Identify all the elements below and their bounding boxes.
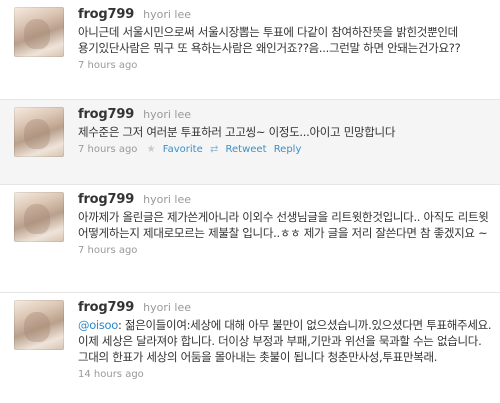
tweet-actions: ★ Favorite ⇄ Retweet Reply: [147, 143, 302, 156]
retweet-action[interactable]: Retweet: [226, 144, 267, 155]
avatar[interactable]: [14, 300, 64, 350]
tweet-text-body: : 젊은이들이여:세상에 대해 아무 불만이 없으셨습니까.있으셨다면 투표해주…: [78, 318, 492, 364]
tweet-meta: 7 hours ago: [78, 244, 492, 257]
tweet-item: frog799 hyori lee 아까제가 올린글은 제가쓴게아니라 이외수 …: [0, 185, 500, 293]
full-name: hyori lee: [143, 108, 192, 121]
tweet-header: frog799 hyori lee: [78, 100, 492, 123]
mention-link[interactable]: @oisoo: [78, 318, 118, 332]
tweet-meta: 7 hours ago ★ Favorite ⇄ Retweet Reply: [78, 143, 492, 156]
screen-name-link[interactable]: frog799: [78, 7, 134, 22]
avatar[interactable]: [14, 107, 64, 157]
screen-name-link[interactable]: frog799: [78, 107, 134, 122]
tweet-item-hovered: frog799 hyori lee 제수준은 그저 여러분 투표하러 고고씽~ …: [0, 100, 500, 185]
timestamp-link[interactable]: 7 hours ago: [78, 144, 137, 155]
tweet-meta: 14 hours ago: [78, 368, 492, 381]
full-name: hyori lee: [143, 8, 192, 21]
tweet-header: frog799 hyori lee: [78, 293, 492, 316]
tweet-text: 아니근데 서울시민으로써 서울시장뽑는 투표에 다같이 참여하잔뜻을 밝힌것뿐인…: [78, 25, 461, 55]
tweet-feed: frog799 hyori lee 아니근데 서울시민으로써 서울시장뽑는 투표…: [0, 0, 500, 403]
screen-name-link[interactable]: frog799: [78, 192, 134, 207]
timestamp-link[interactable]: 7 hours ago: [78, 245, 137, 256]
timestamp-link[interactable]: 7 hours ago: [78, 60, 137, 71]
tweet-text: 아까제가 올린글은 제가쓴게아니라 이외수 선생님글을 리트윗한것입니다.. 아…: [78, 210, 489, 240]
avatar[interactable]: [14, 192, 64, 242]
full-name: hyori lee: [143, 301, 192, 314]
avatar[interactable]: [14, 7, 64, 57]
tweet-header: frog799 hyori lee: [78, 0, 492, 23]
tweet-text: 제수준은 그저 여러분 투표하러 고고씽~ 이정도...아이고 민망합니다: [78, 125, 396, 139]
screen-name-link[interactable]: frog799: [78, 300, 134, 315]
retweet-icon[interactable]: ⇄: [210, 144, 218, 155]
tweet-header: frog799 hyori lee: [78, 185, 492, 208]
tweet-meta: 7 hours ago: [78, 59, 492, 72]
tweet-item: frog799 hyori lee 아니근데 서울시민으로써 서울시장뽑는 투표…: [0, 0, 500, 100]
star-icon[interactable]: ★: [147, 144, 156, 155]
favorite-action[interactable]: Favorite: [163, 144, 203, 155]
timestamp-link[interactable]: 14 hours ago: [78, 369, 144, 380]
tweet-item: frog799 hyori lee @oisoo: 젊은이들이여:세상에 대해 …: [0, 293, 500, 403]
tweet-text: @oisoo: 젊은이들이여:세상에 대해 아무 불만이 없으셨습니까.있으셨다…: [78, 317, 492, 365]
full-name: hyori lee: [143, 193, 192, 206]
reply-action[interactable]: Reply: [274, 144, 302, 155]
